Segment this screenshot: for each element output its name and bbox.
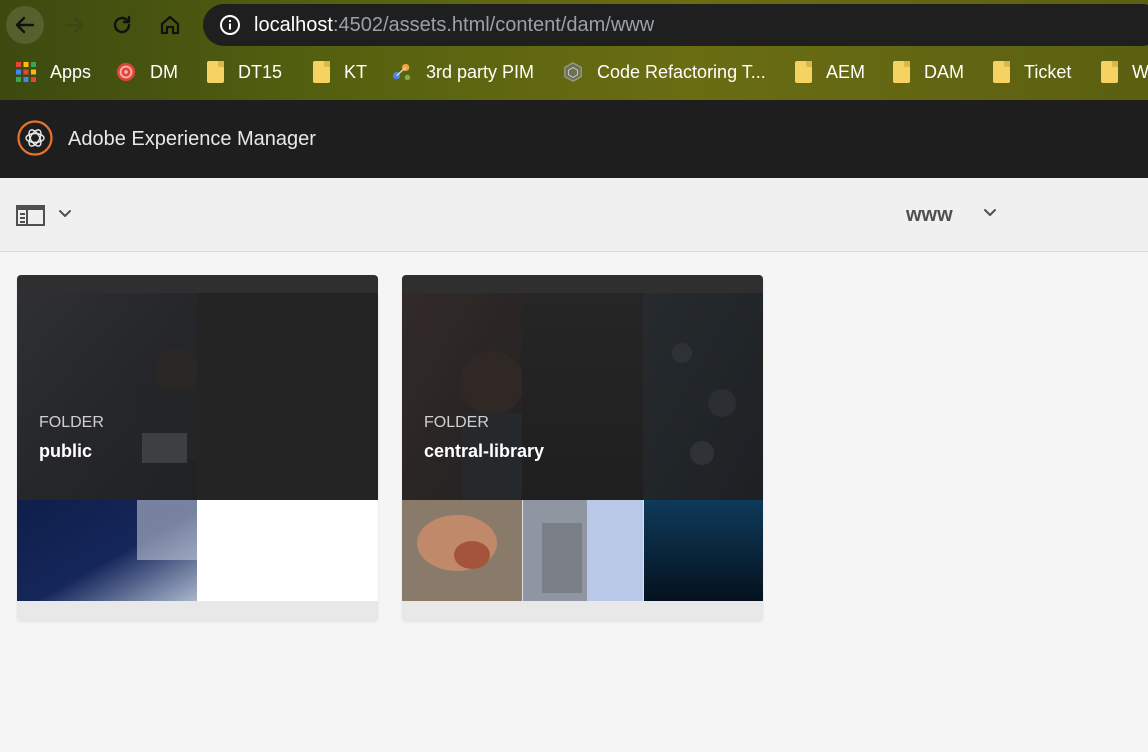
home-icon [160, 15, 180, 35]
card-type-label: FOLDER [39, 414, 104, 431]
aem-header: Adobe Experience Manager [0, 100, 1148, 178]
bookmarks-bar: Apps DM DT15 KT 3rd party PIM Code Refac… [0, 52, 1148, 92]
card-title: central-library [424, 441, 545, 461]
bookmark-label: DT15 [238, 61, 283, 82]
code-refactoring-icon [564, 62, 582, 82]
folder-card-public[interactable]: FOLDER public [17, 275, 378, 621]
folder-icon [795, 61, 812, 83]
card-type-label: FOLDER [424, 414, 489, 431]
bookmark-apps[interactable]: Apps [16, 60, 91, 84]
breadcrumb-current[interactable]: www [906, 204, 953, 227]
site-info-icon[interactable] [219, 14, 241, 36]
bookmark-dt15[interactable]: DT15 [207, 60, 282, 84]
folder-icon [1101, 61, 1118, 83]
bookmark-ticket[interactable]: Ticket [993, 60, 1071, 84]
url-text: localhost:4502/assets.html/content/dam/w… [254, 14, 654, 37]
card-top-strip [17, 275, 378, 293]
folder-icon [207, 61, 224, 83]
apps-grid-icon [16, 62, 36, 82]
pim-icon [392, 63, 411, 81]
browser-chrome: localhost:4502/assets.html/content/dam/w… [0, 0, 1148, 100]
browser-nav-row: localhost:4502/assets.html/content/dam/w… [0, 0, 1148, 50]
bookmark-label: DAM [924, 61, 964, 82]
folder-card-central-library[interactable]: FOLDER central-library [402, 275, 763, 621]
bookmark-dam[interactable]: DAM [893, 60, 964, 84]
product-title: Adobe Experience Manager [68, 128, 316, 150]
bookmark-label: Code Refactoring T... [597, 61, 766, 82]
aem-logo-icon[interactable] [17, 119, 53, 157]
back-button[interactable] [6, 6, 44, 44]
home-button[interactable] [151, 6, 189, 44]
bookmark-3rd-party-pim[interactable]: 3rd party PIM [392, 60, 534, 84]
folder-icon [313, 61, 330, 83]
address-bar[interactable]: localhost:4502/assets.html/content/dam/w… [203, 4, 1148, 46]
bookmark-code-refactoring[interactable]: Code Refactoring T... [563, 60, 766, 84]
reload-button[interactable] [103, 6, 141, 44]
bookmark-label: DM [150, 61, 178, 82]
bookmark-label: Ticket [1024, 61, 1072, 82]
card-title: public [39, 441, 92, 461]
chevron-down-icon[interactable] [983, 208, 997, 218]
assets-toolbar: www [0, 178, 1148, 252]
folder-icon [893, 61, 910, 83]
url-path: :4502/assets.html/content/dam/www [332, 14, 655, 36]
bookmark-label: AEM [826, 61, 866, 82]
dm-icon [116, 62, 136, 82]
bookmark-aem[interactable]: AEM [795, 60, 865, 84]
url-host: localhost [254, 14, 333, 36]
forward-button[interactable] [55, 6, 93, 44]
arrow-left-icon [15, 16, 35, 34]
reload-icon [113, 15, 131, 34]
bookmark-w[interactable]: W [1101, 60, 1148, 84]
bookmark-label: KT [344, 61, 368, 82]
bookmark-kt[interactable]: KT [313, 60, 367, 84]
arrow-right-icon [64, 16, 84, 34]
chevron-down-icon[interactable] [58, 209, 72, 219]
card-top-strip [402, 275, 763, 293]
card-overlay [17, 293, 378, 500]
bookmark-dm[interactable]: DM [116, 60, 178, 84]
card-overlay [402, 293, 763, 500]
folder-icon [993, 61, 1010, 83]
rail-toggle-icon[interactable] [16, 205, 45, 226]
bookmark-label: 3rd party PIM [426, 61, 535, 82]
bookmark-label: W [1132, 61, 1148, 82]
bookmark-label: Apps [50, 61, 92, 82]
